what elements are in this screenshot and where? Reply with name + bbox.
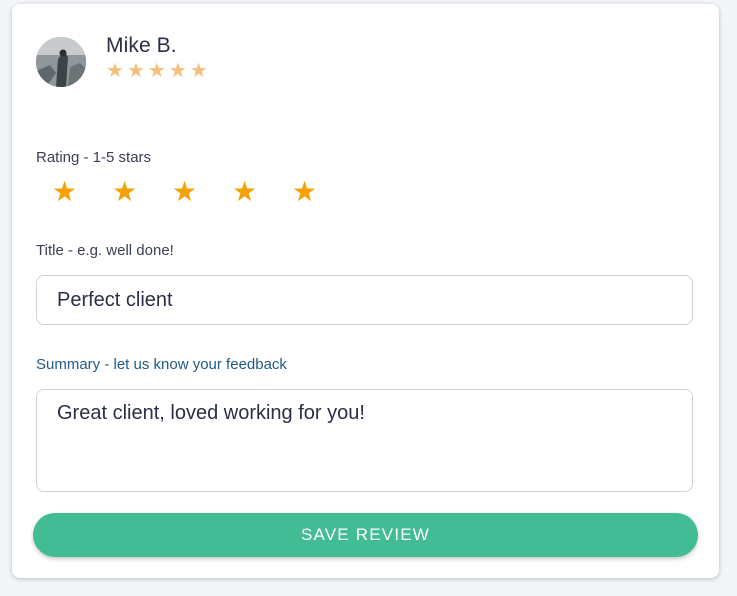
star-icon: ★ [126, 60, 145, 82]
rating-star-4-icon[interactable]: ★ [232, 177, 292, 207]
summary-label: Summary - let us know your feedback [36, 356, 287, 373]
rating-star-3-icon[interactable]: ★ [172, 177, 232, 207]
title-label: Title - e.g. well done! [36, 242, 174, 259]
avatar [36, 37, 86, 87]
star-icon: ★ [189, 60, 208, 82]
rating-label: Rating - 1-5 stars [36, 149, 152, 166]
rating-star-2-icon[interactable]: ★ [112, 177, 172, 207]
avatar-photo-icon [36, 37, 86, 87]
reviewer-star-rating: ★ ★ ★ ★ ★ [106, 61, 208, 81]
title-input[interactable] [36, 275, 693, 325]
review-card: Mike B. ★ ★ ★ ★ ★ Rating - 1-5 stars ★ ★… [12, 4, 719, 578]
reviewer-name: Mike B. [106, 34, 177, 57]
star-icon: ★ [147, 60, 166, 82]
rating-star-5-icon[interactable]: ★ [292, 177, 352, 207]
star-icon: ★ [168, 60, 187, 82]
save-review-button[interactable]: SAVE REVIEW [33, 513, 698, 557]
star-icon: ★ [106, 60, 124, 82]
rating-star-1-icon[interactable]: ★ [52, 177, 112, 207]
summary-textarea[interactable]: Great client, loved working for you! [36, 389, 693, 492]
rating-star-selector[interactable]: ★ ★ ★ ★ ★ [52, 177, 352, 207]
